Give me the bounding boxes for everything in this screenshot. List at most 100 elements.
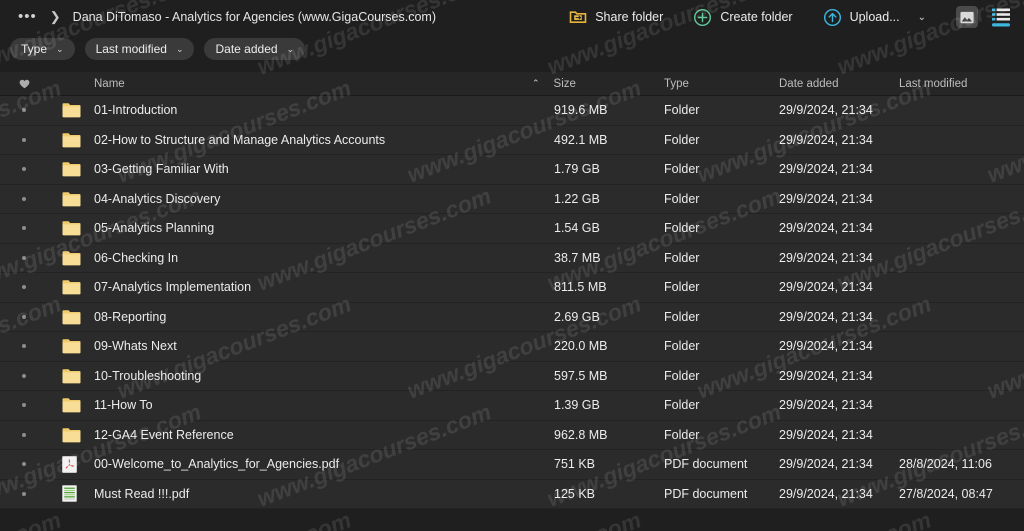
folder-icon [62, 191, 81, 207]
favorite-dot-icon [22, 373, 26, 378]
plus-circle-icon [693, 8, 712, 27]
row-name[interactable]: 00-Welcome_to_Analytics_for_Agencies.pdf [94, 457, 554, 471]
row-name[interactable]: 08-Reporting [94, 310, 554, 324]
table-row[interactable]: 04-Analytics Discovery 1.22 GB Folder 29/9/… [0, 184, 1024, 214]
row-favorite-toggle[interactable] [0, 491, 48, 496]
table-row[interactable]: 08-Reporting 2.69 GB Folder 29/9/2024, 21:3… [0, 302, 1024, 332]
filter-date-added-label: Date added [215, 42, 278, 56]
table-row[interactable]: 07-Analytics Implementation 811.5 MB Folde… [0, 273, 1024, 303]
row-date-added: 29/9/2024, 21:34 [779, 368, 873, 383]
row-type: Folder [664, 280, 700, 295]
table-row[interactable]: 03-Getting Familiar With 1.79 GB Folder 29/… [0, 155, 1024, 185]
column-header-name[interactable]: Name [94, 78, 554, 90]
favorite-dot-icon [22, 462, 26, 467]
row-size: 962.8 MB [554, 427, 608, 442]
list-view-icon[interactable] [992, 8, 1010, 27]
row-favorite-toggle[interactable] [0, 226, 48, 231]
row-name[interactable]: 10-Troubleshooting [94, 369, 554, 383]
row-type: Folder [664, 191, 700, 206]
filter-type[interactable]: Type ⌄ [10, 38, 75, 60]
row-name[interactable]: 06-Checking In [94, 251, 554, 265]
row-date-added: 29/9/2024, 21:34 [779, 486, 873, 501]
row-last-modified: 27/8/2024, 08:47 [899, 486, 993, 501]
row-file-icon [48, 279, 94, 295]
column-header-size[interactable]: ⌃ Size [532, 78, 664, 90]
row-favorite-toggle[interactable] [0, 314, 48, 319]
upload-circle-icon [823, 8, 842, 27]
row-favorite-toggle[interactable] [0, 432, 48, 437]
row-favorite-toggle[interactable] [0, 403, 48, 408]
row-name[interactable]: 02-How to Structure and Manage Analytics… [94, 133, 554, 147]
table-row[interactable]: 00-Welcome_to_Analytics_for_Agencies.pdf… [0, 450, 1024, 480]
row-type: Folder [664, 368, 700, 383]
file-list-table: Name ⌃ Size Type Date added Last modifie… [0, 72, 1024, 509]
row-favorite-toggle[interactable] [0, 344, 48, 349]
table-row[interactable]: 01-Introduction 919.6 MB Folder 29/9/2024, … [0, 96, 1024, 126]
table-row[interactable]: 11-How To 1.39 GB Folder 29/9/2024, 21:34 [0, 391, 1024, 421]
favorite-dot-icon [22, 403, 26, 408]
row-favorite-toggle[interactable] [0, 137, 48, 142]
row-name[interactable]: 11-How To [94, 398, 554, 412]
share-folder-button[interactable]: Share folder [561, 4, 671, 30]
upload-chevron-down-icon[interactable]: ⌄ [918, 12, 926, 23]
row-date-added: 29/9/2024, 21:34 [779, 103, 873, 118]
watermark-text: www.gigacourses.com [403, 506, 645, 531]
view-switcher [956, 6, 1010, 28]
row-size: 1.22 GB [554, 191, 600, 206]
favorite-dot-icon [22, 167, 26, 172]
row-file-icon [48, 191, 94, 207]
row-type: Folder [664, 427, 700, 442]
row-favorite-toggle[interactable] [0, 462, 48, 467]
favorite-dot-icon [22, 285, 26, 290]
row-size: 597.5 MB [554, 368, 608, 383]
row-favorite-toggle[interactable] [0, 167, 48, 172]
row-type: Folder [664, 398, 700, 413]
favorite-dot-icon [22, 344, 26, 349]
filter-last-modified[interactable]: Last modified ⌄ [84, 38, 195, 60]
gallery-view-icon[interactable] [956, 6, 978, 28]
watermark-text: www.gigacourses.com [113, 506, 355, 531]
row-size: 919.6 MB [554, 103, 608, 118]
table-row[interactable]: 09-Whats Next 220.0 MB Folder 29/9/2024, 21… [0, 332, 1024, 362]
row-type: Folder [664, 309, 700, 324]
table-row[interactable]: 02-How to Structure and Manage Analytics… [0, 125, 1024, 155]
watermark-text: www.gigacourses.com [0, 506, 65, 531]
table-row[interactable]: 05-Analytics Planning 1.54 GB Folder 29/9/2… [0, 214, 1024, 244]
filter-date-added[interactable]: Date added ⌄ [204, 38, 306, 60]
row-date-added: 29/9/2024, 21:34 [779, 162, 873, 177]
table-row[interactable]: Must Read !!!.pdf 125 KB PDF document 29/9/… [0, 479, 1024, 509]
folder-icon [62, 250, 81, 266]
row-file-icon [48, 250, 94, 266]
row-name[interactable]: 05-Analytics Planning [94, 221, 554, 235]
row-date-added: 29/9/2024, 21:34 [779, 339, 873, 354]
table-row[interactable]: 06-Checking In 38.7 MB Folder 29/9/2024, 21… [0, 243, 1024, 273]
row-favorite-toggle[interactable] [0, 373, 48, 378]
upload-label: Upload... [849, 10, 900, 24]
row-favorite-toggle[interactable] [0, 285, 48, 290]
row-name[interactable]: 04-Analytics Discovery [94, 192, 554, 206]
column-header-date-added[interactable]: Date added [779, 78, 899, 90]
row-favorite-toggle[interactable] [0, 255, 48, 260]
favorite-dot-icon [22, 196, 26, 201]
row-name[interactable]: 09-Whats Next [94, 339, 554, 353]
upload-button[interactable]: Upload... ⌄ [815, 4, 934, 31]
row-name[interactable]: 07-Analytics Implementation [94, 280, 554, 294]
row-name[interactable]: 12-GA4 Event Reference [94, 428, 554, 442]
favorite-dot-icon [22, 432, 26, 437]
column-header-favorite[interactable] [0, 79, 48, 89]
row-favorite-toggle[interactable] [0, 196, 48, 201]
breadcrumb-overflow-button[interactable]: ••• [18, 9, 37, 24]
table-row[interactable]: 10-Troubleshooting 597.5 MB Folder 29/9/202… [0, 361, 1024, 391]
table-row[interactable]: 12-GA4 Event Reference 962.8 MB Folder 29/9… [0, 420, 1024, 450]
row-name[interactable]: 03-Getting Familiar With [94, 162, 554, 176]
row-favorite-toggle[interactable] [0, 108, 48, 113]
table-header-row: Name ⌃ Size Type Date added Last modifie… [0, 72, 1024, 96]
watermark-text: www.gigacourses.com [693, 506, 935, 531]
row-size: 125 KB [554, 486, 596, 501]
row-date-added: 29/9/2024, 21:34 [779, 250, 873, 265]
create-folder-button[interactable]: Create folder [685, 4, 800, 31]
column-header-last-modified[interactable]: Last modified [899, 78, 1024, 90]
row-name[interactable]: Must Read !!!.pdf [94, 487, 554, 501]
row-name[interactable]: 01-Introduction [94, 103, 554, 117]
column-header-type[interactable]: Type [664, 78, 779, 90]
